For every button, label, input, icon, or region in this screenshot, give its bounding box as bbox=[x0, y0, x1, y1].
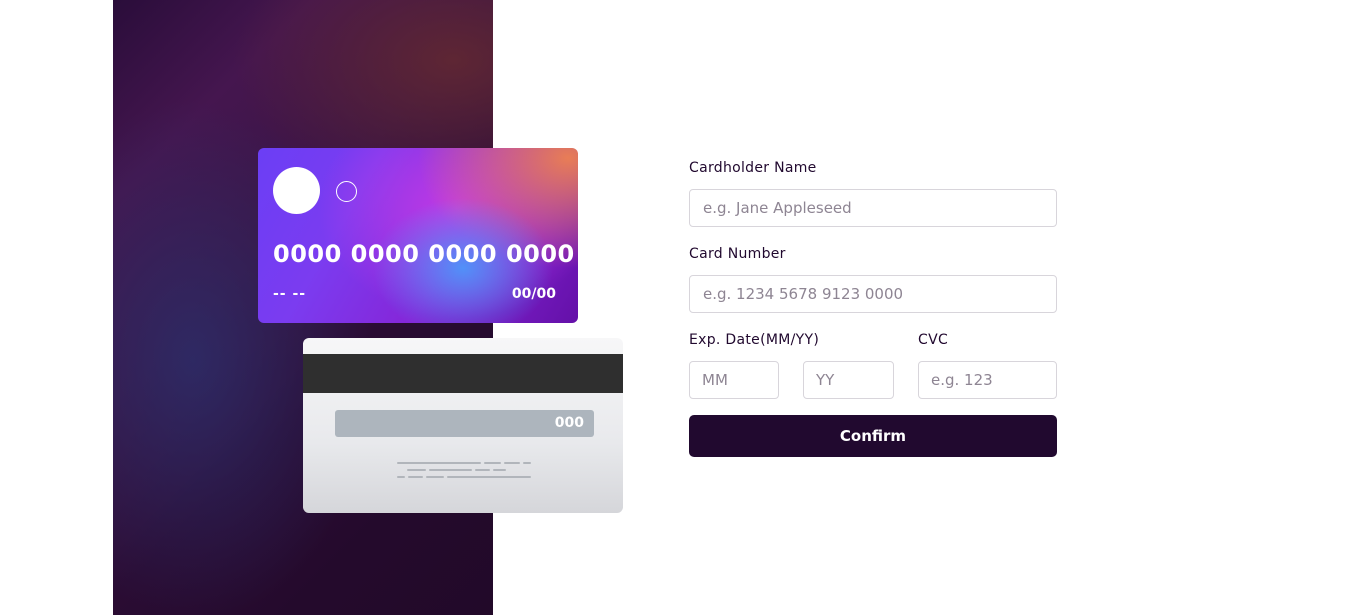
card-number-input[interactable] bbox=[689, 275, 1057, 313]
card-cvc-display: 000 bbox=[554, 415, 584, 431]
cardholder-name-label: Cardholder Name bbox=[689, 160, 817, 176]
card-back-preview: 000 bbox=[303, 338, 623, 513]
card-number-label: Card Number bbox=[689, 246, 786, 262]
card-back-text-lines-icon bbox=[397, 462, 531, 478]
confirm-button[interactable]: Confirm bbox=[689, 415, 1057, 457]
cvc-label: CVC bbox=[918, 332, 949, 348]
cvc-input[interactable] bbox=[918, 361, 1057, 399]
card-logo-outline-circle-icon bbox=[336, 181, 357, 202]
signature-strip: 000 bbox=[335, 410, 594, 437]
card-logo-filled-circle-icon bbox=[273, 167, 320, 214]
expiry-date-label: Exp. Date(MM/YY) bbox=[689, 332, 820, 348]
cardholder-name-input[interactable] bbox=[689, 189, 1057, 227]
card-front-preview: 0000 0000 0000 0000 -- -- 00/00 bbox=[258, 148, 578, 323]
card-details-page: 0000 0000 0000 0000 -- -- 00/00 000 Card… bbox=[0, 0, 1366, 615]
expiry-year-input[interactable] bbox=[803, 361, 894, 399]
magnetic-stripe bbox=[303, 354, 623, 393]
card-number-display: 0000 0000 0000 0000 bbox=[273, 240, 575, 268]
card-holder-display: -- -- bbox=[273, 286, 307, 302]
card-expiry-display: 00/00 bbox=[511, 286, 556, 302]
expiry-month-input[interactable] bbox=[689, 361, 779, 399]
